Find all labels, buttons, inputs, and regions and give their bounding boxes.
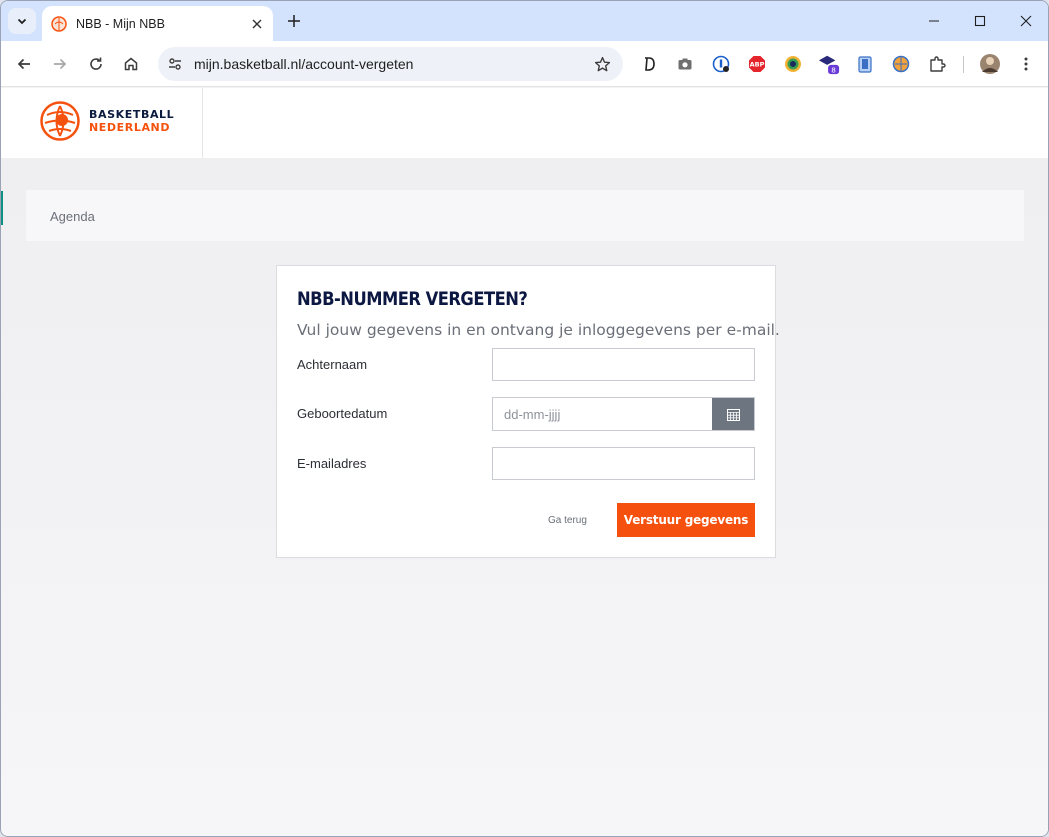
minimize-icon: [929, 20, 939, 22]
logo-text: BASKETBALL NEDERLAND: [89, 108, 174, 134]
forgot-number-card: NBB-NUMMER VERGETEN? Vul jouw gegevens i…: [276, 265, 780, 558]
site-info-button[interactable]: [165, 54, 185, 74]
back-button[interactable]: [13, 53, 35, 75]
extension-clipboard[interactable]: [854, 53, 876, 75]
extension-grad[interactable]: 8: [818, 53, 840, 75]
maximize-button[interactable]: [957, 1, 1003, 41]
extension-d[interactable]: [638, 53, 660, 75]
reload-icon: [90, 57, 102, 70]
star-icon: [594, 56, 610, 71]
tune-icon: [169, 58, 181, 70]
page-title: NBB-NUMMER VERGETEN?: [297, 288, 528, 310]
side-tab-edge: [1, 191, 3, 225]
extension-adblock[interactable]: ABP: [746, 53, 768, 75]
breadcrumb: Agenda: [26, 190, 1024, 241]
close-icon: [252, 19, 262, 28]
lastname-input[interactable]: [492, 348, 755, 381]
tab-close-button[interactable]: [247, 14, 267, 34]
graduation-cap-icon: 8: [818, 55, 840, 74]
bookmark-button[interactable]: [591, 53, 613, 75]
arrow-right-icon: [54, 58, 67, 70]
adblock-icon: ABP: [749, 56, 765, 72]
more-vert-icon: [1024, 57, 1028, 71]
camera-icon: [678, 58, 692, 70]
reload-button[interactable]: [85, 53, 107, 75]
tab-title: NBB - Mijn NBB: [76, 16, 165, 31]
birthdate-field: [492, 397, 755, 431]
plus-icon: [288, 15, 300, 27]
browser-toolbar: mijn.basketball.nl/account-vergeten ABP …: [1, 41, 1048, 87]
header-divider: [202, 88, 203, 158]
puzzle-icon: [930, 56, 946, 72]
page-subtitle: Vul jouw gegevens in en ontvang je inlog…: [297, 321, 780, 339]
d-icon: [645, 57, 655, 71]
email-label: E-mailadres: [297, 456, 367, 471]
chevron-down-icon: [17, 18, 27, 25]
email-input[interactable]: [492, 447, 755, 480]
browser-window: NBB - Mijn NBB mijn.basketball.nl/accoun…: [0, 0, 1049, 837]
logo-line-1: BASKETBALL: [89, 108, 175, 121]
close-window-button[interactable]: [1003, 1, 1048, 41]
wiki-icon: [892, 55, 910, 73]
birthdate-input[interactable]: [493, 398, 712, 430]
home-icon: [124, 57, 138, 71]
datepicker-button[interactable]: [712, 398, 754, 430]
color-picker-icon: [785, 56, 801, 72]
site-header: BASKETBALL NEDERLAND: [1, 88, 1048, 158]
extension-password[interactable]: [710, 53, 732, 75]
page-content: BASKETBALL NEDERLAND Agenda NBB-NUMMER V…: [1, 88, 1048, 836]
address-bar[interactable]: mijn.basketball.nl/account-vergeten: [158, 47, 623, 81]
password-manager-icon: [712, 55, 730, 73]
toolbar-separator: [963, 56, 964, 73]
clipboard-icon: [858, 56, 872, 73]
close-icon: [1020, 15, 1032, 27]
forward-button[interactable]: [49, 53, 71, 75]
calendar-icon: [726, 408, 740, 421]
profile-button[interactable]: [979, 53, 1001, 75]
maximize-icon: [974, 15, 986, 27]
basketball-favicon-icon: [51, 15, 67, 32]
extensions-button[interactable]: [926, 53, 948, 75]
tab-strip: NBB - Mijn NBB: [1, 1, 1048, 41]
birthdate-label: Geboortedatum: [297, 406, 388, 421]
new-tab-button[interactable]: [284, 11, 304, 31]
extension-badge: 8: [831, 65, 836, 74]
avatar-icon: [980, 54, 1000, 74]
logo-line-2: NEDERLAND: [89, 121, 171, 134]
basketball-lion-logo-icon: [40, 101, 80, 141]
extension-colorpicker[interactable]: [782, 53, 804, 75]
breadcrumb-agenda-link[interactable]: Agenda: [50, 209, 95, 224]
chrome-menu-button[interactable]: [1015, 53, 1037, 75]
adblock-label: ABP: [750, 61, 765, 69]
extension-camera[interactable]: [674, 53, 696, 75]
minimize-button[interactable]: [911, 1, 957, 41]
go-back-link[interactable]: Ga terug: [548, 515, 587, 526]
extension-wiki[interactable]: [890, 53, 912, 75]
url-text[interactable]: mijn.basketball.nl/account-vergeten: [194, 56, 591, 72]
site-logo[interactable]: BASKETBALL NEDERLAND: [40, 101, 174, 141]
tab-search-button[interactable]: [8, 8, 36, 34]
arrow-left-icon: [17, 58, 30, 70]
home-button[interactable]: [120, 53, 142, 75]
submit-button[interactable]: Verstuur gegevens: [617, 503, 755, 537]
lastname-label: Achternaam: [297, 357, 368, 372]
browser-tab[interactable]: NBB - Mijn NBB: [42, 6, 273, 41]
